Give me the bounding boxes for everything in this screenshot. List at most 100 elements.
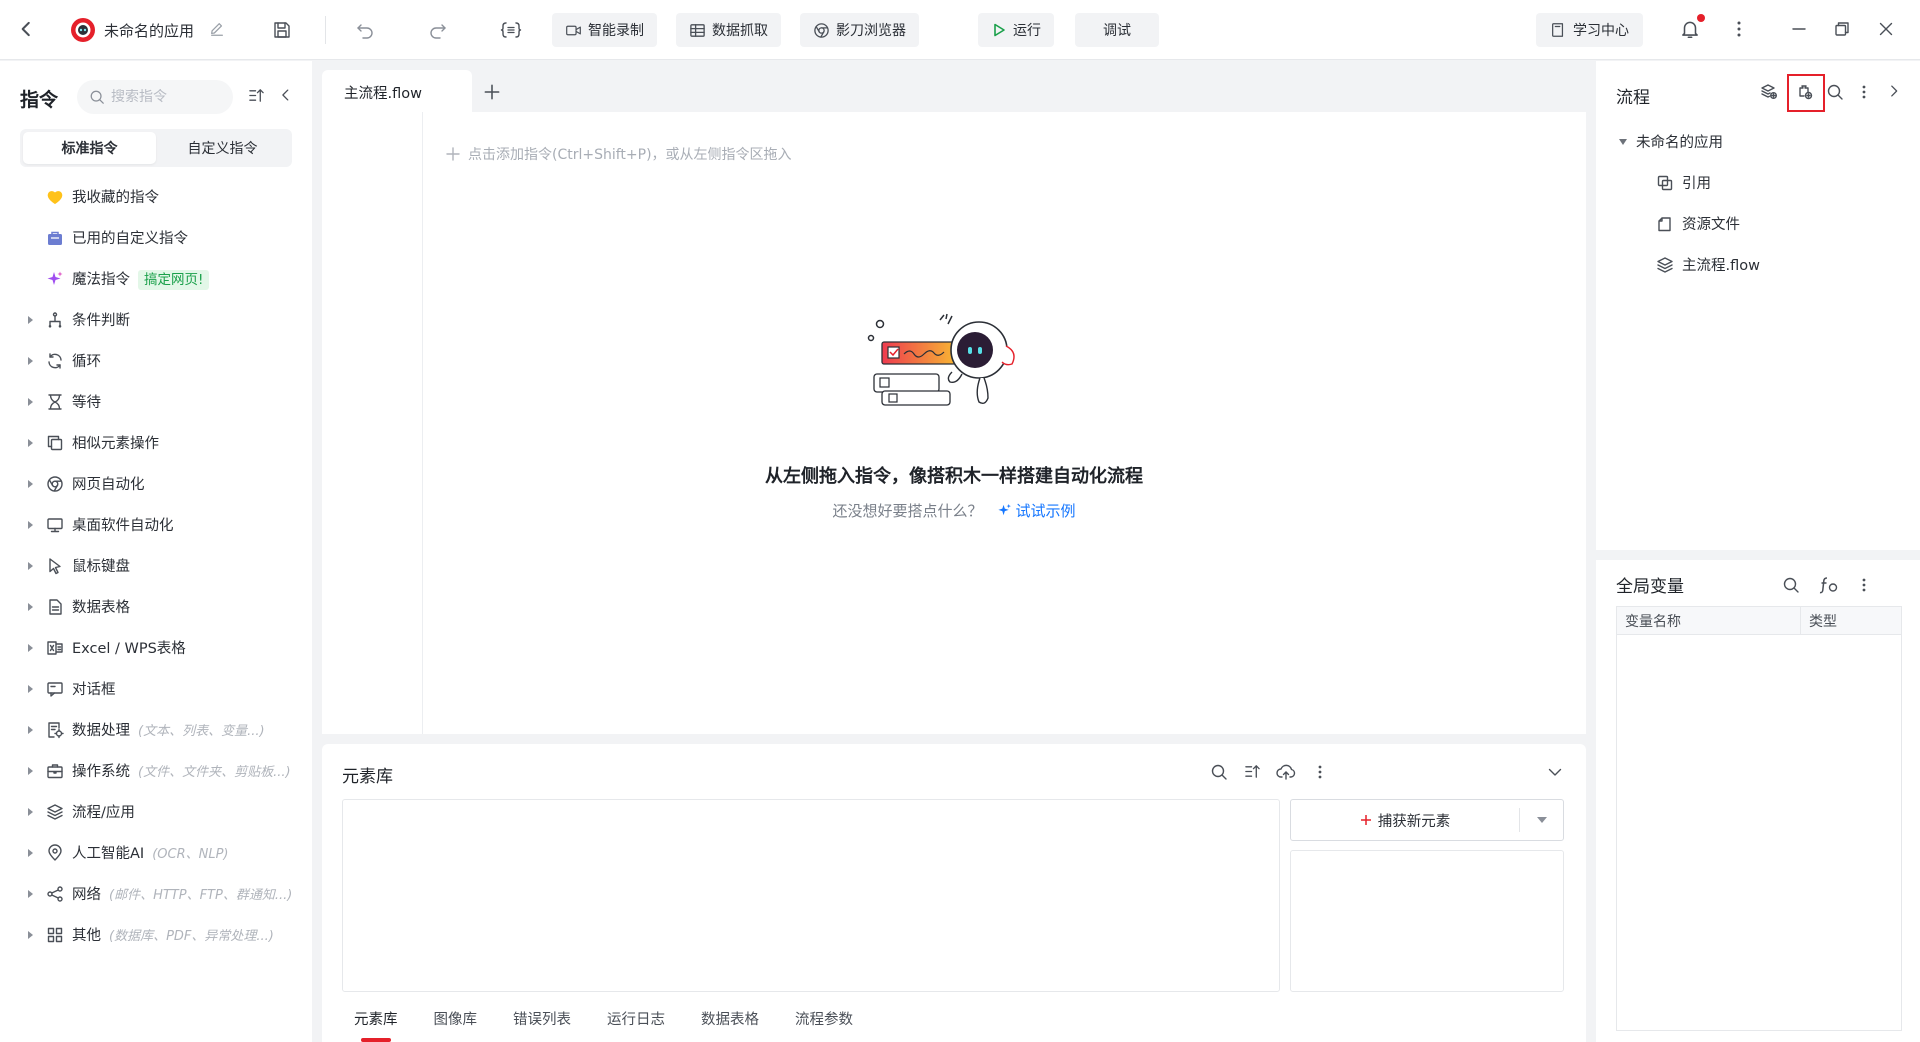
- back-icon[interactable]: [16, 19, 36, 39]
- briefcase-icon: [47, 763, 63, 778]
- expand-arrow-icon[interactable]: [28, 356, 33, 365]
- expand-arrow-icon[interactable]: [28, 725, 33, 734]
- add-command-hint[interactable]: 点击添加指令(Ctrl+Shift+P)，或从左侧指令区拖入: [446, 144, 792, 164]
- try-example-label: 试试示例: [1015, 502, 1076, 520]
- command-category[interactable]: 操作系统 (文件、文件夹、剪贴板...): [0, 750, 312, 791]
- tab-error-list[interactable]: 错误列表: [495, 1008, 589, 1042]
- command-category[interactable]: Excel / WPS表格: [0, 627, 312, 668]
- tree-root-app[interactable]: 未命名的应用: [1596, 121, 1920, 162]
- bag-icon: [48, 231, 62, 245]
- restore-icon[interactable]: [1833, 20, 1851, 38]
- command-category[interactable]: 数据处理 (文本、列表、变量...): [0, 709, 312, 750]
- command-label: 条件判断: [72, 313, 130, 329]
- more-vertical-icon[interactable]: [1317, 763, 1323, 781]
- expand-arrow-icon[interactable]: [28, 479, 33, 488]
- app-title[interactable]: 未命名的应用: [104, 20, 194, 41]
- chevron-down-icon[interactable]: [1546, 763, 1564, 781]
- minimize-icon[interactable]: [1790, 20, 1808, 38]
- command-category[interactable]: 等待: [0, 381, 312, 422]
- search-icon[interactable]: [1210, 763, 1228, 781]
- expand-arrow-icon[interactable]: [28, 684, 33, 693]
- redo-icon[interactable]: [428, 20, 448, 40]
- tab-element-library[interactable]: 元素库: [336, 1008, 416, 1042]
- command-magic[interactable]: 魔法指令 搞定网页!: [0, 258, 312, 299]
- command-category[interactable]: 网络 (邮件、HTTP、FTP、群通知...): [0, 873, 312, 914]
- tab-run-log[interactable]: 运行日志: [589, 1008, 683, 1042]
- expand-arrow-icon[interactable]: [28, 848, 33, 857]
- command-used-custom[interactable]: 已用的自定义指令: [0, 217, 312, 258]
- command-hint: (文件、文件夹、剪贴板...): [138, 765, 291, 780]
- add-tab-icon[interactable]: [482, 82, 502, 102]
- capture-new-element-button[interactable]: 捕获新元素: [1291, 810, 1519, 831]
- undo-icon[interactable]: [355, 20, 375, 40]
- close-icon[interactable]: [1877, 20, 1895, 38]
- command-category[interactable]: 其他 (数据库、PDF、异常处理...): [0, 914, 312, 955]
- bell-icon[interactable]: [1679, 18, 1701, 40]
- command-category[interactable]: 网页自动化: [0, 463, 312, 504]
- tree-item-main-flow[interactable]: 主流程.flow: [1596, 244, 1920, 285]
- more-vertical-icon[interactable]: [1861, 576, 1867, 594]
- command-search-input[interactable]: [111, 89, 211, 105]
- tab-image-library[interactable]: 图像库: [416, 1008, 496, 1042]
- data-capture-button[interactable]: 数据抓取: [676, 13, 781, 47]
- add-subflow-icon[interactable]: [1796, 83, 1814, 101]
- expand-arrow-icon[interactable]: [28, 602, 33, 611]
- more-vertical-icon[interactable]: [1736, 19, 1742, 39]
- flow-canvas[interactable]: 点击添加指令(Ctrl+Shift+P)，或从左侧指令区拖入 从左侧拖入指令，像…: [322, 112, 1586, 734]
- command-category[interactable]: 相似元素操作: [0, 422, 312, 463]
- smart-record-button[interactable]: 智能录制: [552, 13, 657, 47]
- command-category[interactable]: 鼠标键盘: [0, 545, 312, 586]
- variable-braces-icon[interactable]: [500, 20, 522, 40]
- expand-arrow-icon[interactable]: [28, 807, 33, 816]
- edit-icon[interactable]: [209, 21, 225, 37]
- search-icon[interactable]: [1782, 576, 1800, 594]
- add-layer-icon[interactable]: [1760, 83, 1778, 101]
- tab-data-table[interactable]: 数据表格: [683, 1008, 777, 1042]
- command-favorites[interactable]: 我收藏的指令: [0, 176, 312, 217]
- tab-standard-commands[interactable]: 标准指令: [23, 132, 156, 164]
- expand-arrow-icon[interactable]: [28, 766, 33, 775]
- run-button[interactable]: 运行: [978, 13, 1054, 47]
- collapse-right-icon[interactable]: [1886, 83, 1902, 99]
- collapse-left-icon[interactable]: [278, 87, 294, 103]
- command-label: 操作系统: [72, 764, 130, 780]
- tab-main-flow[interactable]: 主流程.flow: [322, 70, 472, 114]
- command-search[interactable]: [77, 80, 233, 114]
- search-icon: [90, 90, 104, 104]
- expand-arrow-icon[interactable]: [28, 438, 33, 447]
- function-icon[interactable]: [1818, 575, 1840, 595]
- command-category[interactable]: 数据表格: [0, 586, 312, 627]
- expand-arrow-icon[interactable]: [28, 561, 33, 570]
- column-variable-name[interactable]: 变量名称: [1617, 607, 1801, 634]
- command-category[interactable]: 对话框: [0, 668, 312, 709]
- tree-item-reference[interactable]: 引用: [1596, 162, 1920, 203]
- browser-button[interactable]: 影刀浏览器: [800, 13, 919, 47]
- sort-icon[interactable]: [248, 87, 265, 104]
- expand-arrow-icon[interactable]: [28, 889, 33, 898]
- sort-icon[interactable]: [1244, 763, 1261, 780]
- command-category[interactable]: 循环: [0, 340, 312, 381]
- command-category[interactable]: 桌面软件自动化: [0, 504, 312, 545]
- tree-item-resources[interactable]: 资源文件: [1596, 203, 1920, 244]
- debug-button[interactable]: 调试: [1075, 13, 1159, 47]
- command-category[interactable]: 流程/应用: [0, 791, 312, 832]
- expand-arrow-icon[interactable]: [28, 315, 33, 324]
- column-type[interactable]: 类型: [1801, 607, 1837, 634]
- search-icon[interactable]: [1826, 83, 1844, 101]
- learning-center-button[interactable]: 学习中心: [1536, 13, 1643, 47]
- expand-arrow-icon[interactable]: [28, 397, 33, 406]
- expand-triangle-icon[interactable]: [1619, 138, 1627, 145]
- try-example-link[interactable]: 试试示例: [997, 500, 1076, 521]
- save-icon[interactable]: [272, 20, 292, 40]
- expand-arrow-icon[interactable]: [28, 643, 33, 652]
- more-vertical-icon[interactable]: [1861, 83, 1867, 101]
- capture-dropdown-icon[interactable]: [1520, 817, 1563, 823]
- command-category[interactable]: 人工智能AI (OCR、NLP): [0, 832, 312, 873]
- notification-badge: [1697, 14, 1705, 22]
- cloud-upload-icon[interactable]: [1276, 763, 1296, 781]
- command-category[interactable]: 条件判断: [0, 299, 312, 340]
- expand-arrow-icon[interactable]: [28, 930, 33, 939]
- tab-flow-params[interactable]: 流程参数: [777, 1008, 871, 1042]
- tab-custom-commands[interactable]: 自定义指令: [156, 132, 289, 164]
- expand-arrow-icon[interactable]: [28, 520, 33, 529]
